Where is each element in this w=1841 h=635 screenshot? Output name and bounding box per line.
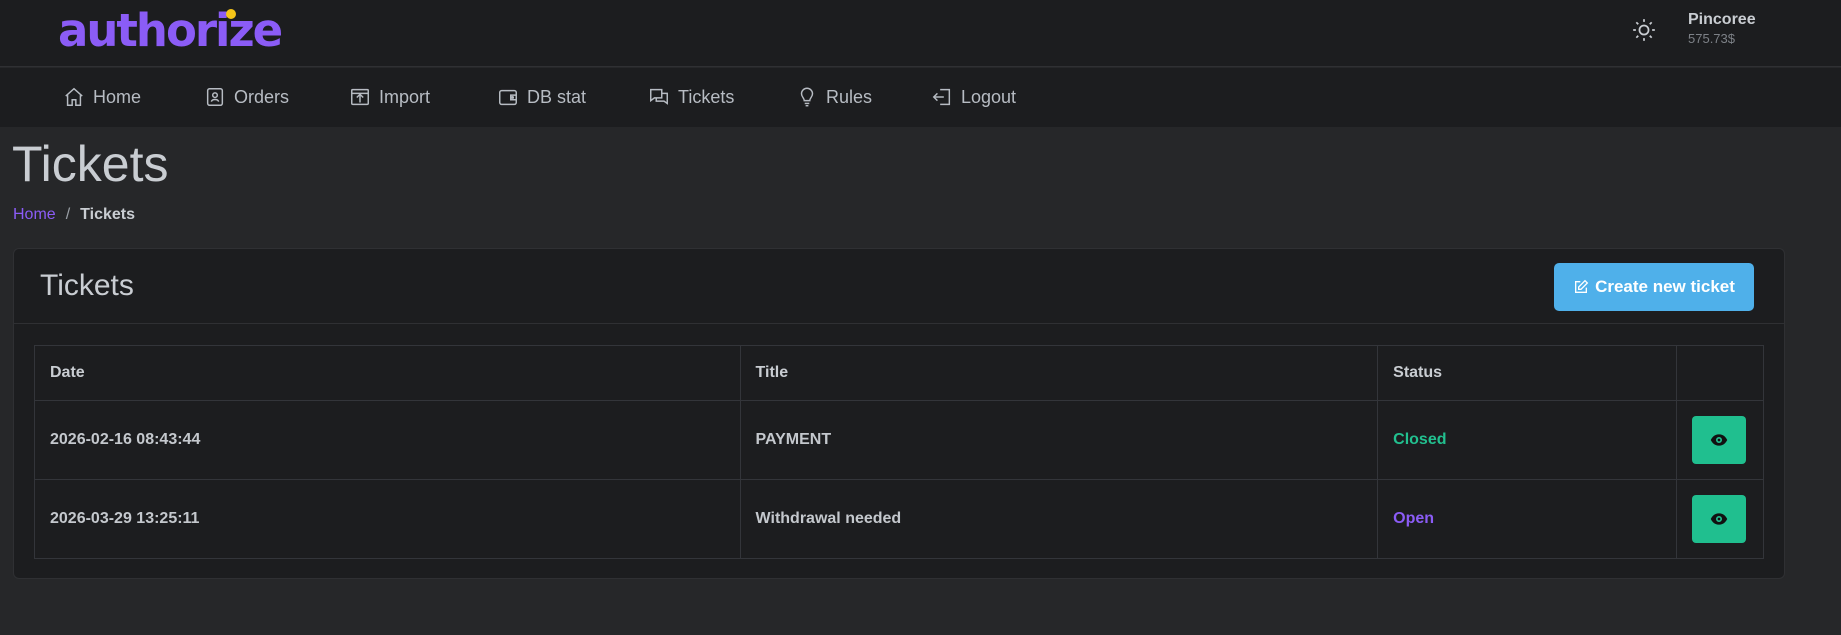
top-header: authorize Pincoree 575.73$ (0, 0, 1841, 67)
tickets-table: Date Title Status 2026-02-16 08:43:44 PA… (34, 345, 1765, 559)
table-header-row: Date Title Status (34, 345, 1765, 401)
nav-item-label: Import (379, 86, 431, 107)
import-icon (351, 88, 369, 106)
table-row: 2026-03-29 13:25:11 Withdrawal needed Op… (34, 479, 1765, 559)
nav-item-label: Home (93, 86, 142, 107)
sun-icon[interactable] (1631, 17, 1657, 43)
breadcrumb: Home / Tickets (13, 206, 135, 224)
view-ticket-button[interactable] (1691, 416, 1746, 464)
user-balance: 575.73$ (1688, 31, 1735, 46)
logout-icon (932, 88, 951, 106)
home-icon (65, 87, 83, 106)
nav-item-orders[interactable]: Orders (204, 84, 289, 110)
chat-icon (650, 88, 668, 105)
ticket-action-cell (1675, 479, 1765, 559)
nav-item-tickets[interactable]: Tickets (648, 84, 734, 110)
lightbulb-icon (800, 87, 814, 107)
ticket-title: PAYMENT (739, 400, 1379, 480)
table-row: 2026-02-16 08:43:44 PAYMENT Closed (34, 400, 1765, 480)
ticket-date: 2026-03-29 13:25:11 (34, 479, 741, 559)
nav-item-db-stat[interactable]: DB stat (497, 84, 586, 110)
nav-item-label: Rules (826, 86, 873, 107)
wallet-icon (499, 89, 517, 106)
user-name[interactable]: Pincoree (1688, 11, 1756, 29)
tickets-card: Tickets Create new ticket Date Title Sta… (13, 248, 1785, 579)
nav-item-logout[interactable]: Logout (931, 84, 1016, 110)
eye-icon (1710, 513, 1728, 525)
orders-icon (206, 88, 224, 106)
column-header-status: Status (1377, 345, 1677, 401)
create-ticket-button[interactable]: Create new ticket (1554, 263, 1754, 311)
nav-item-label: DB stat (527, 86, 587, 107)
ticket-status: Open (1377, 479, 1677, 559)
nav-item-label: Logout (961, 86, 1017, 107)
column-header-action (1675, 345, 1765, 401)
nav-item-label: Orders (234, 86, 290, 107)
view-ticket-button[interactable] (1691, 495, 1746, 543)
column-header-date: Date (34, 345, 741, 401)
ticket-action-cell (1675, 400, 1765, 480)
brand-logo[interactable]: authorize (58, 6, 283, 56)
card-title: Tickets (40, 269, 134, 302)
ticket-status: Closed (1377, 400, 1677, 480)
logo-dot (226, 9, 236, 19)
card-header: Tickets Create new ticket (14, 249, 1784, 324)
page-title: Tickets (12, 136, 169, 192)
ticket-date: 2026-02-16 08:43:44 (34, 400, 741, 480)
breadcrumb-current: Tickets (80, 206, 135, 223)
ticket-title: Withdrawal needed (739, 479, 1379, 559)
column-header-title: Title (739, 345, 1379, 401)
create-ticket-label: Create new ticket (1595, 277, 1735, 296)
nav-item-label: Tickets (678, 86, 735, 107)
eye-icon (1710, 434, 1728, 446)
nav-item-rules[interactable]: Rules (796, 84, 872, 110)
nav-item-home[interactable]: Home (63, 84, 141, 110)
main-nav: Home Orders Import DB stat Tickets Rules… (0, 68, 1841, 127)
edit-icon (1575, 279, 1589, 293)
breadcrumb-separator: / (65, 206, 71, 223)
breadcrumb-home-link[interactable]: Home (13, 206, 56, 224)
nav-item-import[interactable]: Import (349, 84, 430, 110)
